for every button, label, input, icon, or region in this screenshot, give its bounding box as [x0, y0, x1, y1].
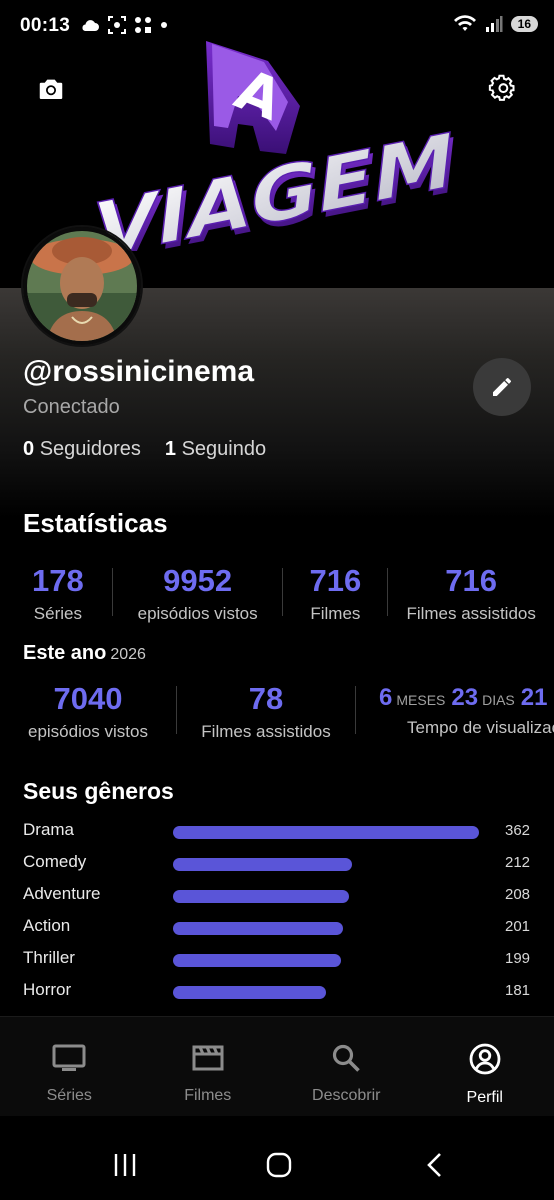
pencil-icon [493, 378, 511, 396]
genre-row[interactable]: Adventure 208 [23, 884, 533, 908]
this-year-value: 2026 [110, 646, 146, 663]
bottom-navigation: Séries Filmes Descobrir Perfil [0, 1016, 554, 1116]
signal-icon [485, 16, 503, 32]
genre-bar [173, 986, 326, 999]
connection-status: Conectado [23, 396, 120, 418]
followers-count: 0 [23, 438, 35, 460]
banner-artwork: VIAGEM VIAGEM A [88, 41, 463, 251]
genre-count: 199 [505, 950, 531, 967]
nav-label: Perfil [466, 1089, 503, 1106]
system-navigation-bar [0, 1130, 554, 1200]
genre-count: 201 [505, 918, 531, 935]
watch-days: 23 [451, 684, 479, 711]
tv-icon [52, 1044, 86, 1071]
search-icon [333, 1044, 361, 1072]
edit-profile-button[interactable] [473, 358, 531, 416]
stat-value: 78 [248, 681, 284, 716]
following-count: 1 [164, 438, 176, 460]
avatar-image [27, 231, 137, 341]
genre-bar [173, 954, 341, 967]
nav-label: Descobrir [312, 1087, 381, 1104]
username: @rossinicinema [23, 355, 255, 388]
genre-bar [173, 858, 352, 871]
profile-icon [469, 1043, 501, 1075]
screenshot-icon [108, 16, 126, 34]
watch-months: 6 [379, 684, 393, 711]
status-time: 00:13 [20, 15, 71, 36]
this-year-title: Este ano 2026 [23, 642, 146, 665]
watch-time-value[interactable]: 6 MESES 23 DIAS 21 [379, 684, 547, 712]
wifi-icon [453, 15, 476, 31]
nav-discover[interactable]: Descobrir [277, 1017, 416, 1116]
stat-value: 7040 [53, 681, 123, 716]
genre-name: Action [23, 916, 71, 935]
stat-label: episódios vistos [137, 604, 258, 623]
battery-level: 16 [510, 16, 538, 32]
back-icon[interactable] [424, 1152, 444, 1178]
genre-count: 208 [505, 886, 531, 903]
recent-apps-icon[interactable] [113, 1152, 137, 1178]
divider [355, 686, 356, 734]
genre-count: 362 [505, 822, 531, 839]
clapperboard-icon [192, 1045, 224, 1071]
genre-name: Comedy [23, 852, 87, 871]
nav-label: Séries [46, 1087, 92, 1104]
following-label: Seguindo [181, 438, 267, 460]
stat-movies[interactable]: 716 Filmes [283, 564, 387, 624]
stat-value: 716 [309, 563, 362, 598]
nav-label: Filmes [184, 1087, 232, 1104]
stats-title: Estatísticas [23, 508, 168, 538]
genre-row[interactable]: Action 201 [23, 916, 533, 940]
watch-months-unit: MESES [396, 692, 446, 708]
watch-time-label: Tempo de visualização [407, 718, 554, 737]
home-icon[interactable] [266, 1152, 292, 1178]
stat-value: 716 [445, 563, 498, 598]
stat-label: Séries [33, 604, 82, 623]
stat-label: Filmes [310, 604, 361, 623]
network-icon [135, 17, 151, 33]
year-stat-movies[interactable]: 78 Filmes assistidos [177, 682, 355, 742]
avatar[interactable] [23, 227, 141, 345]
following-link[interactable]: 1 Seguindo [165, 438, 266, 461]
followers-link[interactable]: 0 Seguidores [23, 438, 141, 461]
stat-value: 178 [32, 563, 84, 598]
genre-name: Horror [23, 980, 72, 999]
this-year-label: Este ano [23, 642, 107, 664]
genre-count: 212 [505, 854, 531, 871]
nav-series[interactable]: Séries [0, 1017, 139, 1116]
stat-label: episódios vistos [27, 722, 148, 741]
notification-dot-icon [161, 22, 167, 28]
genre-name: Thriller [23, 948, 75, 967]
nav-profile[interactable]: Perfil [416, 1017, 554, 1116]
genres-title: Seus gêneros [23, 778, 174, 804]
stat-label: Filmes assistidos [406, 604, 536, 623]
genre-name: Drama [23, 820, 75, 839]
genre-row[interactable]: Drama 362 [23, 820, 533, 844]
genre-name: Adventure [23, 884, 101, 903]
profile-screen: VIAGEM VIAGEM A 00:13 16 @rossinicinema … [0, 0, 554, 1200]
stat-episodes[interactable]: 9952 episódios vistos [113, 564, 283, 624]
watch-hours: 21 [520, 684, 548, 711]
genre-bar [173, 922, 343, 935]
watch-days-unit: DIAS [482, 692, 515, 708]
camera-icon [39, 79, 63, 99]
status-bar: 00:13 16 [0, 0, 554, 52]
followers-label: Seguidores [39, 438, 141, 460]
stat-series[interactable]: 178 Séries [4, 564, 112, 624]
genre-count: 181 [505, 982, 531, 999]
cloud-icon [82, 20, 99, 31]
stat-label: Filmes assistidos [201, 722, 331, 741]
stat-value: 9952 [163, 563, 233, 598]
settings-button[interactable] [488, 74, 518, 104]
stat-movies-watched[interactable]: 716 Filmes assistidos [388, 564, 554, 624]
genre-bar [173, 890, 349, 903]
genre-row[interactable]: Thriller 199 [23, 948, 533, 972]
genre-row[interactable]: Horror 181 [23, 980, 533, 1004]
gear-icon [488, 74, 515, 101]
genre-bar [173, 826, 479, 839]
change-cover-button[interactable] [36, 74, 66, 104]
genre-row[interactable]: Comedy 212 [23, 852, 533, 876]
year-stat-episodes[interactable]: 7040 episódios vistos [0, 682, 176, 742]
nav-movies[interactable]: Filmes [139, 1017, 278, 1116]
